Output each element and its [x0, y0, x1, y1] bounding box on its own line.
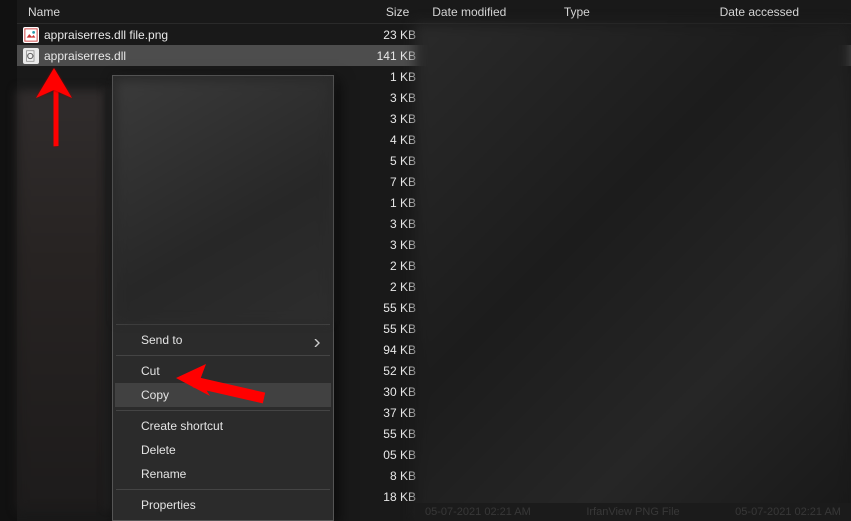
column-header-type[interactable]: Type [558, 1, 714, 23]
column-header-date-modified[interactable]: Date modified [426, 1, 558, 23]
context-item-label: Cut [141, 364, 160, 378]
context-item-send-to[interactable]: Send to [115, 328, 331, 352]
column-header-date-accessed[interactable]: Date accessed [714, 1, 851, 23]
context-menu-separator [116, 355, 330, 356]
context-item-label: Delete [141, 443, 176, 457]
png-file-icon [23, 27, 39, 43]
chevron-right-icon [313, 336, 321, 344]
context-item-rename[interactable]: Rename [115, 462, 331, 486]
status-bar: 05-07-2021 02:21 AM IrfanView PNG File 0… [415, 503, 851, 521]
context-item-label: Send to [141, 333, 182, 347]
context-menu-separator [116, 324, 330, 325]
obscured-name-column-edge [104, 90, 112, 510]
context-item-label: Rename [141, 467, 186, 481]
file-name-label: appraiserres.dll file.png [44, 28, 168, 42]
context-item-label: Copy [141, 388, 169, 402]
dll-file-icon [23, 48, 39, 64]
obscured-name-column [17, 90, 109, 510]
context-item-copy[interactable]: Copy [115, 383, 331, 407]
context-menu-separator [116, 410, 330, 411]
context-item-create-shortcut[interactable]: Create shortcut [115, 414, 331, 438]
status-type: IrfanView PNG File [586, 506, 679, 518]
status-date-left: 05-07-2021 02:21 AM [425, 506, 531, 518]
column-header-bar: Name Size Date modified Type Date access… [0, 0, 851, 24]
context-menu-separator [116, 489, 330, 490]
status-date-right: 05-07-2021 02:21 AM [735, 506, 841, 518]
obscured-details-pane [415, 24, 851, 521]
context-item-label: Properties [141, 498, 196, 512]
context-item-label: Create shortcut [141, 419, 223, 433]
context-item-delete[interactable]: Delete [115, 438, 331, 462]
obscured-context-items [117, 81, 329, 321]
column-header-name[interactable]: Name [22, 1, 348, 23]
column-header-size[interactable]: Size [348, 1, 426, 23]
context-item-properties[interactable]: Properties [115, 493, 331, 517]
context-menu: Send to Cut Copy Create shortcut Delete … [112, 75, 334, 521]
file-name-label: appraiserres.dll [44, 49, 126, 63]
context-item-cut[interactable]: Cut [115, 359, 331, 383]
